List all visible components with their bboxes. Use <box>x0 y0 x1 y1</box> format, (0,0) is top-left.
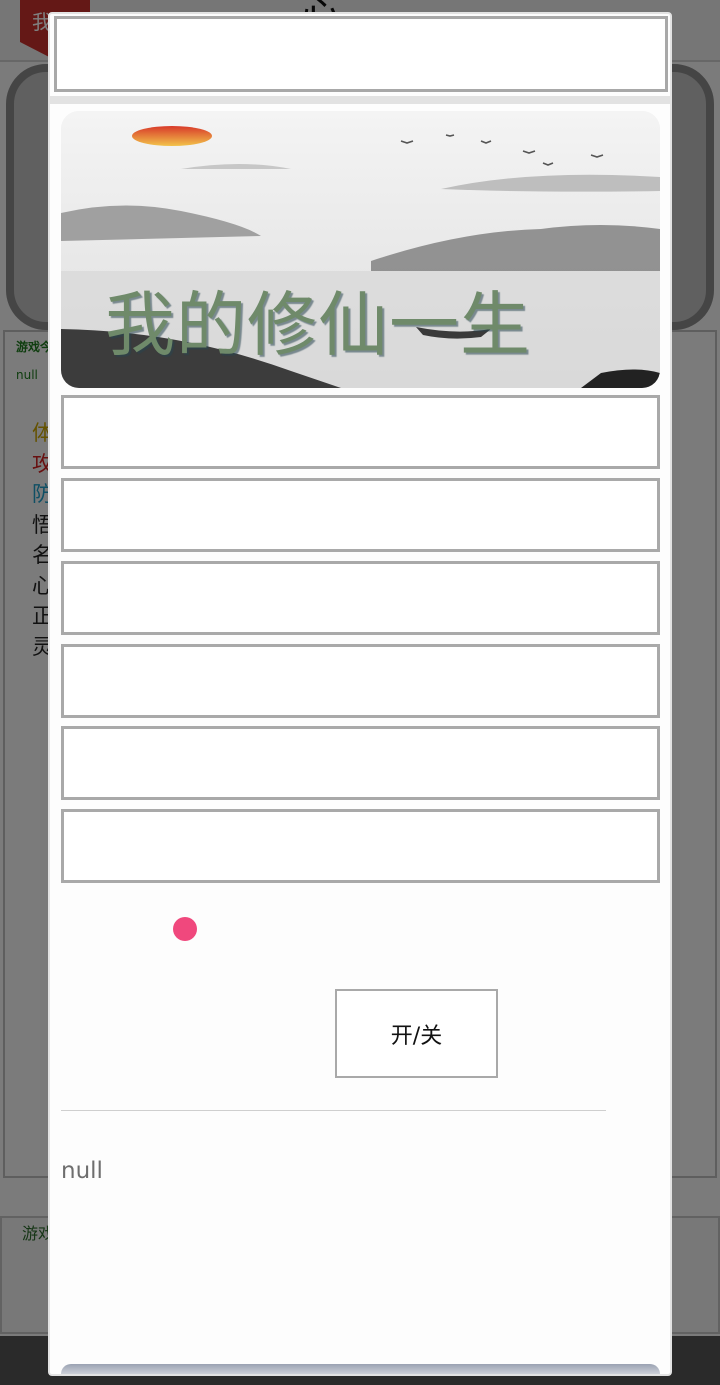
dialog-separator <box>50 96 670 104</box>
top-input[interactable] <box>54 16 668 92</box>
input-field-4[interactable] <box>61 644 660 718</box>
input-field-1[interactable] <box>61 395 660 469</box>
input-field-5[interactable] <box>61 726 660 800</box>
toggle-button[interactable]: 开/关 <box>335 989 498 1078</box>
bottom-panel-edge <box>61 1364 660 1374</box>
input-field-2[interactable] <box>61 478 660 552</box>
input-field-3[interactable] <box>61 561 660 635</box>
input-field-6[interactable] <box>61 809 660 883</box>
banner-title: 我的修仙一生 <box>105 284 531 366</box>
status-indicator-dot <box>173 917 197 941</box>
status-text: null <box>61 1158 103 1184</box>
sun-shape <box>132 126 212 146</box>
divider <box>61 1110 606 1111</box>
dialog: 我的修仙一生 开/关 null <box>48 12 672 1376</box>
banner-image: 我的修仙一生 <box>61 111 660 388</box>
